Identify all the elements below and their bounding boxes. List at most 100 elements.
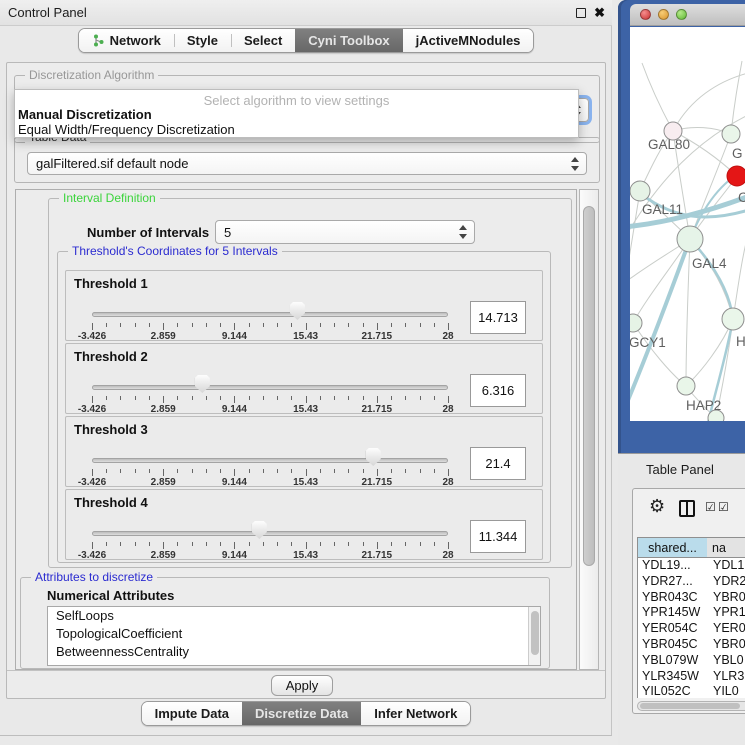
threshold-slider-track[interactable] [92,385,448,390]
table-data-combo[interactable]: galFiltered.sif default node [27,152,587,175]
network-canvas[interactable]: GAL80GCGAL11GAL4GCY1HHAP2 [630,27,745,421]
attribute-list-item[interactable]: SelfLoops [48,607,540,625]
mac-zoom-button[interactable] [676,9,687,20]
scrollbar-thumb[interactable] [640,703,740,709]
tab-infer-network[interactable]: Infer Network [361,702,470,725]
slider-tick [220,469,221,473]
threshold-value-field[interactable]: 21.4 [470,447,526,480]
network-edge[interactable] [690,239,733,319]
tab-label: Network [110,33,161,48]
table-row[interactable]: YBL079WYBL0 [638,653,745,669]
slider-tick [434,396,435,400]
threshold-slider-track[interactable] [92,312,448,317]
table-row[interactable]: YDL19...YDL1 [638,558,745,574]
network-edge[interactable] [733,235,745,319]
table-row[interactable]: YPR145WYPR1 [638,605,745,621]
bottom-tab-group: Impute DataDiscretize DataInfer Network [141,701,472,726]
table-row[interactable]: YIL052CYIL0 [638,684,745,698]
network-node[interactable] [727,166,745,186]
numerical-attributes-list[interactable]: SelfLoopsTopologicalCoefficientBetweenne… [47,606,541,666]
tab-impute-data[interactable]: Impute Data [142,702,242,725]
threshold-slider-thumb[interactable] [195,375,210,393]
tab-select[interactable]: Select [231,29,295,52]
tab-label: Select [244,33,282,48]
network-node[interactable] [630,181,650,201]
slider-tick [192,542,193,546]
slider-tick-label: -3.426 [78,477,106,488]
network-node[interactable] [722,308,744,330]
checkbox-icon[interactable]: ☑ [718,500,729,514]
tab-style[interactable]: Style [174,29,231,52]
mac-minimize-button[interactable] [658,9,669,20]
slider-tick-label: 9.144 [222,550,247,561]
mac-close-button[interactable] [640,9,651,20]
column-layout-icon[interactable] [679,500,695,517]
network-node[interactable] [722,125,740,143]
network-edge[interactable] [642,63,673,131]
combo-stepper-icon [458,225,467,239]
slider-tick [163,396,164,403]
slider-tick-label: 15.43 [293,404,318,415]
slider-tick [135,469,136,473]
number-of-intervals-label: Number of Intervals [87,225,209,240]
threshold-slider-thumb[interactable] [252,521,267,539]
tab-cyni-toolbox[interactable]: Cyni Toolbox [295,29,402,52]
settings-vertical-scrollbar[interactable] [579,189,599,670]
slider-tick [277,323,278,327]
table-row[interactable]: YBR045CYBR0 [638,637,745,653]
network-node-label: GAL80 [648,137,690,152]
table-horizontal-scrollbar[interactable] [637,701,745,711]
network-edge[interactable] [690,239,733,319]
checkbox-icon[interactable]: ☑ [705,500,716,514]
scrollbar-thumb[interactable] [583,206,595,566]
table-row[interactable]: YDR27...YDR2 [638,574,745,590]
table-row[interactable]: YER054CYER0 [638,621,745,637]
network-node[interactable] [630,314,642,332]
attribute-list-item[interactable]: TopologicalCoefficient [48,625,540,643]
algorithm-popup-item[interactable]: Equal Width/Frequency Discretization [18,122,575,137]
network-edge[interactable] [686,239,690,386]
tab-network[interactable]: Network [79,29,174,52]
control-panel-titlebar[interactable]: Control Panel ✖ [0,0,612,26]
table-row[interactable]: YLR345WYLR3 [638,669,745,685]
slider-tick-label: -3.426 [78,404,106,415]
algorithm-popup-item[interactable]: Manual Discretization [18,107,575,122]
threshold-slider-thumb[interactable] [366,448,381,466]
slider-tick [249,542,250,546]
slider-tick [234,323,235,330]
slider-tick [377,542,378,549]
table-row[interactable]: YBR043CYBR0 [638,590,745,606]
slider-tick-label: 21.715 [362,404,393,415]
slider-tick [320,396,321,400]
threshold-value-field[interactable]: 14.713 [470,301,526,334]
close-icon[interactable]: ✖ [594,4,605,22]
network-window-titlebar[interactable] [630,4,745,26]
discretization-algorithm-group-title: Discretization Algorithm [25,68,158,82]
threshold-slider-track[interactable] [92,458,448,463]
table-column-header-name[interactable]: na [707,537,745,558]
network-node[interactable] [677,226,703,252]
table-column-header-shared[interactable]: shared... [637,537,708,558]
gear-icon[interactable]: ⚙ [649,495,665,517]
apply-button[interactable]: Apply [271,675,333,696]
table-cell-shared-name: YDL19... [642,558,708,572]
threshold-slider-track[interactable] [92,531,448,536]
threshold-value-field[interactable]: 11.344 [470,520,526,553]
tab-label: Cyni Toolbox [308,33,389,48]
table-body: YDL19...YDL1YDR27...YDR2YBR043CYBR0YPR14… [637,558,745,698]
number-of-intervals-combo[interactable]: 5 [215,220,475,244]
network-node[interactable] [677,377,695,395]
threshold-slider-thumb[interactable] [290,302,305,320]
tab-jactivemnodules[interactable]: jActiveMNodules [403,29,534,52]
tab-discretize-data[interactable]: Discretize Data [242,702,361,725]
network-edge[interactable] [630,191,640,299]
attribute-list-item[interactable]: BetweennessCentrality [48,643,540,661]
network-edge[interactable] [633,323,686,386]
slider-tick-label: 2.859 [151,477,176,488]
threshold-value-field[interactable]: 6.316 [470,374,526,407]
slider-tick [163,469,164,476]
table-cell-shared-name: YLR345W [642,669,708,683]
attributes-scrollbar[interactable] [528,607,540,665]
network-node-label: C [738,190,745,205]
float-window-icon[interactable] [576,8,586,18]
